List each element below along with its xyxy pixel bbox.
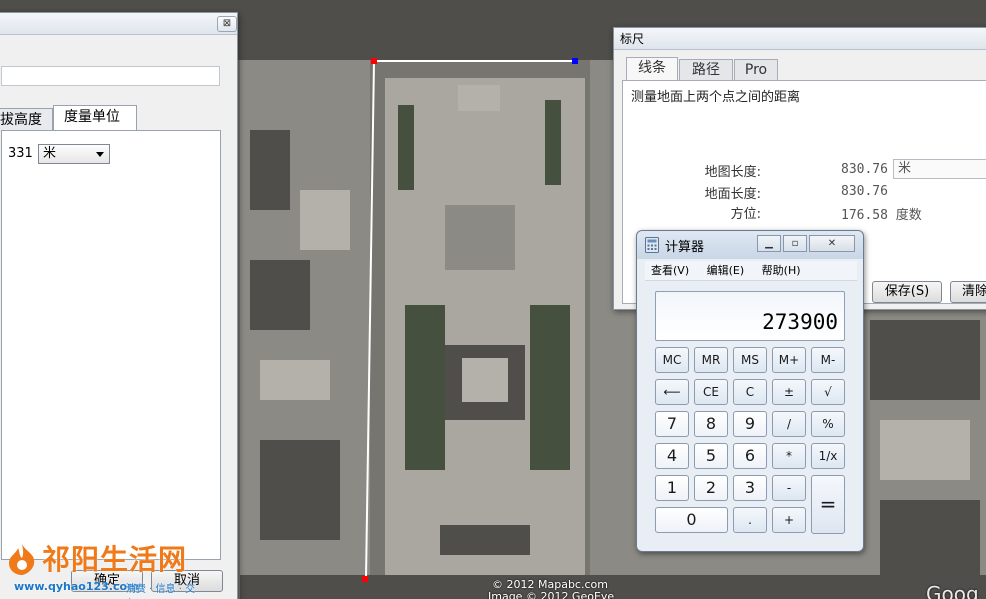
key-minus[interactable]: - [772, 475, 806, 501]
key-ce[interactable]: CE [694, 379, 728, 405]
menu-edit[interactable]: 编辑(E) [707, 264, 745, 277]
ground-length-label: 地面长度: [704, 187, 761, 202]
properties-titlebar [0, 13, 237, 35]
tab-altitude[interactable]: 拔高度 [0, 108, 53, 132]
ruler-bottom-marker [362, 576, 368, 582]
calculator-window: 计算器 ▁ ▫ ✕ 查看(V) 编辑(E) 帮助(H) 273900 MC MR… [636, 230, 864, 552]
key-divide[interactable]: / [772, 411, 806, 437]
key-1[interactable]: 1 [655, 475, 689, 501]
heading-label: 方位: [730, 207, 761, 222]
calculator-menubar: 查看(V) 编辑(E) 帮助(H) [645, 261, 857, 281]
ruler-measure-segment [365, 60, 375, 579]
menu-help[interactable]: 帮助(H) [762, 264, 801, 277]
calculator-display: 273900 [655, 291, 845, 341]
key-equals[interactable]: = [811, 475, 845, 534]
backspace-icon[interactable]: ⟵ [655, 379, 689, 405]
calculator-title: 计算器 [665, 239, 705, 255]
key-8[interactable]: 8 [694, 411, 728, 437]
key-plus[interactable]: + [772, 507, 806, 533]
site-watermark: 祁阳生活网 www.qyhao123.com 消费 · 信息 · 交友 [4, 538, 204, 596]
tab-pro[interactable]: Pro [734, 59, 778, 81]
ruler-start-marker [371, 58, 377, 64]
flame-logo-icon [9, 544, 35, 575]
ruler-titlebar: 标尺 [614, 28, 986, 50]
key-2[interactable]: 2 [694, 475, 728, 501]
map-length-label: 地图长度: [704, 165, 761, 180]
tab-path[interactable]: 路径 [679, 59, 733, 81]
watermark-tagline: 消费 · 信息 · 交友 [126, 584, 196, 595]
calculator-display-value: 273900 [762, 310, 838, 334]
key-6[interactable]: 6 [733, 443, 767, 469]
name-input[interactable] [1, 66, 220, 86]
key-0[interactable]: 0 [655, 507, 728, 533]
tab-line[interactable]: 线条 [626, 57, 678, 81]
key-7[interactable]: 7 [655, 411, 689, 437]
unit-select[interactable]: 米 [38, 144, 110, 164]
key-c[interactable]: C [733, 379, 767, 405]
key-m-plus[interactable]: M+ [772, 347, 806, 373]
clear-button[interactable]: 清除 [950, 281, 986, 303]
units-tab-panel: 331 米 [1, 130, 221, 560]
key-multiply[interactable]: * [772, 443, 806, 469]
key-plus-minus[interactable]: ± [772, 379, 806, 405]
key-percent[interactable]: % [811, 411, 845, 437]
calculator-icon [645, 237, 659, 253]
properties-body: 拔高度 度量单位 331 米 确定 取消 [0, 35, 237, 599]
ruler-title: 标尺 [620, 32, 645, 46]
menu-view[interactable]: 查看(V) [651, 264, 689, 277]
key-3[interactable]: 3 [733, 475, 767, 501]
key-m-minus[interactable]: M- [811, 347, 845, 373]
key-4[interactable]: 4 [655, 443, 689, 469]
close-icon[interactable]: ⊠ [217, 16, 237, 32]
ruler-description: 测量地面上两个点之间的距离 [631, 90, 801, 105]
save-button[interactable]: 保存(S) [872, 281, 942, 303]
map-length-value: 830.76 [841, 162, 888, 177]
length-unit-select[interactable]: 米 [893, 159, 986, 179]
ground-length-value: 830.76 [841, 184, 888, 199]
tab-units[interactable]: 度量单位 [53, 105, 137, 131]
maximize-icon[interactable]: ▫ [783, 235, 807, 252]
heading-value: 176.58 度数 [841, 208, 922, 223]
key-mr[interactable]: MR [694, 347, 728, 373]
map-logo: Goog [926, 582, 979, 599]
map-copyright-imagery: Image © 2012 GeoEye [488, 590, 615, 599]
key-ms[interactable]: MS [733, 347, 767, 373]
key-5[interactable]: 5 [694, 443, 728, 469]
unit-select-value: 米 [43, 146, 57, 161]
key-decimal[interactable]: . [733, 507, 767, 533]
watermark-brand: 祁阳生活网 [42, 543, 188, 576]
key-sqrt[interactable]: √ [811, 379, 845, 405]
length-unit-value: 米 [898, 161, 912, 176]
key-mc[interactable]: MC [655, 347, 689, 373]
close-icon[interactable]: ✕ [809, 235, 855, 252]
properties-window: ⊠ 拔高度 度量单位 331 米 确定 取消 [0, 12, 238, 599]
key-9[interactable]: 9 [733, 411, 767, 437]
watermark-url: www.qyhao123.com [14, 580, 139, 593]
minimize-icon[interactable]: ▁ [757, 235, 781, 252]
ruler-end-marker [572, 58, 578, 64]
field-value: 331 [8, 146, 33, 161]
chevron-down-icon [96, 152, 104, 157]
key-reciprocal[interactable]: 1/x [811, 443, 845, 469]
